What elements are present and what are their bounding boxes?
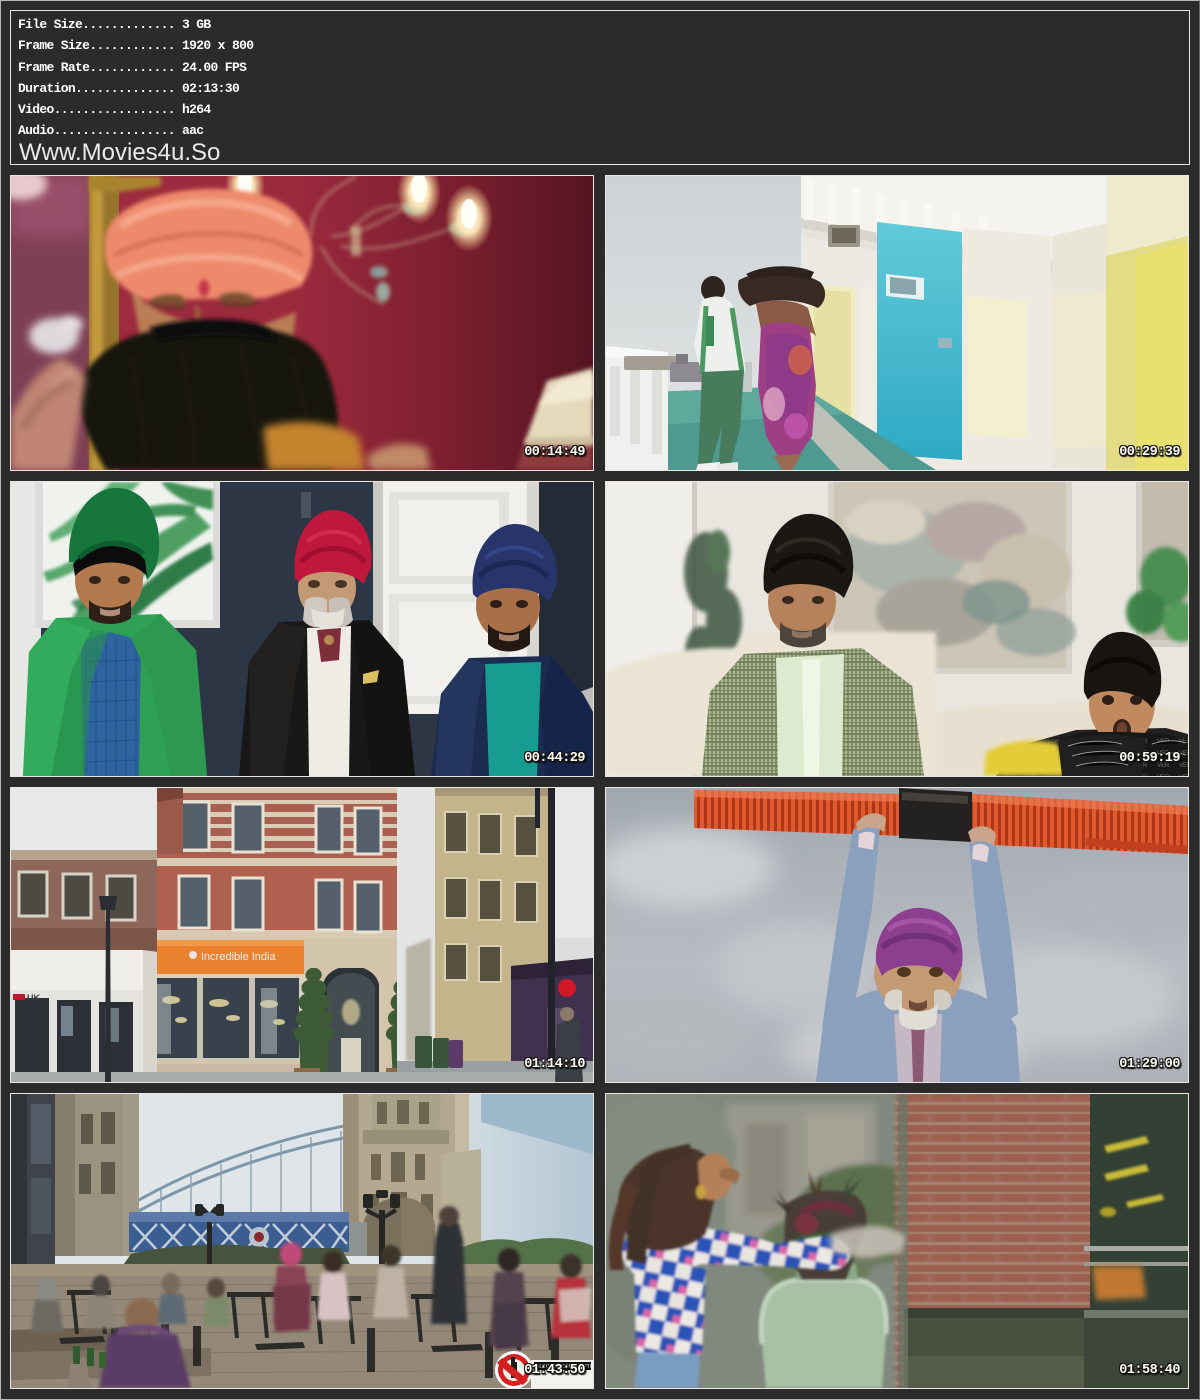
svg-text:UK: UK: [27, 993, 40, 1003]
svg-text:Incredible India: Incredible India: [201, 951, 276, 963]
